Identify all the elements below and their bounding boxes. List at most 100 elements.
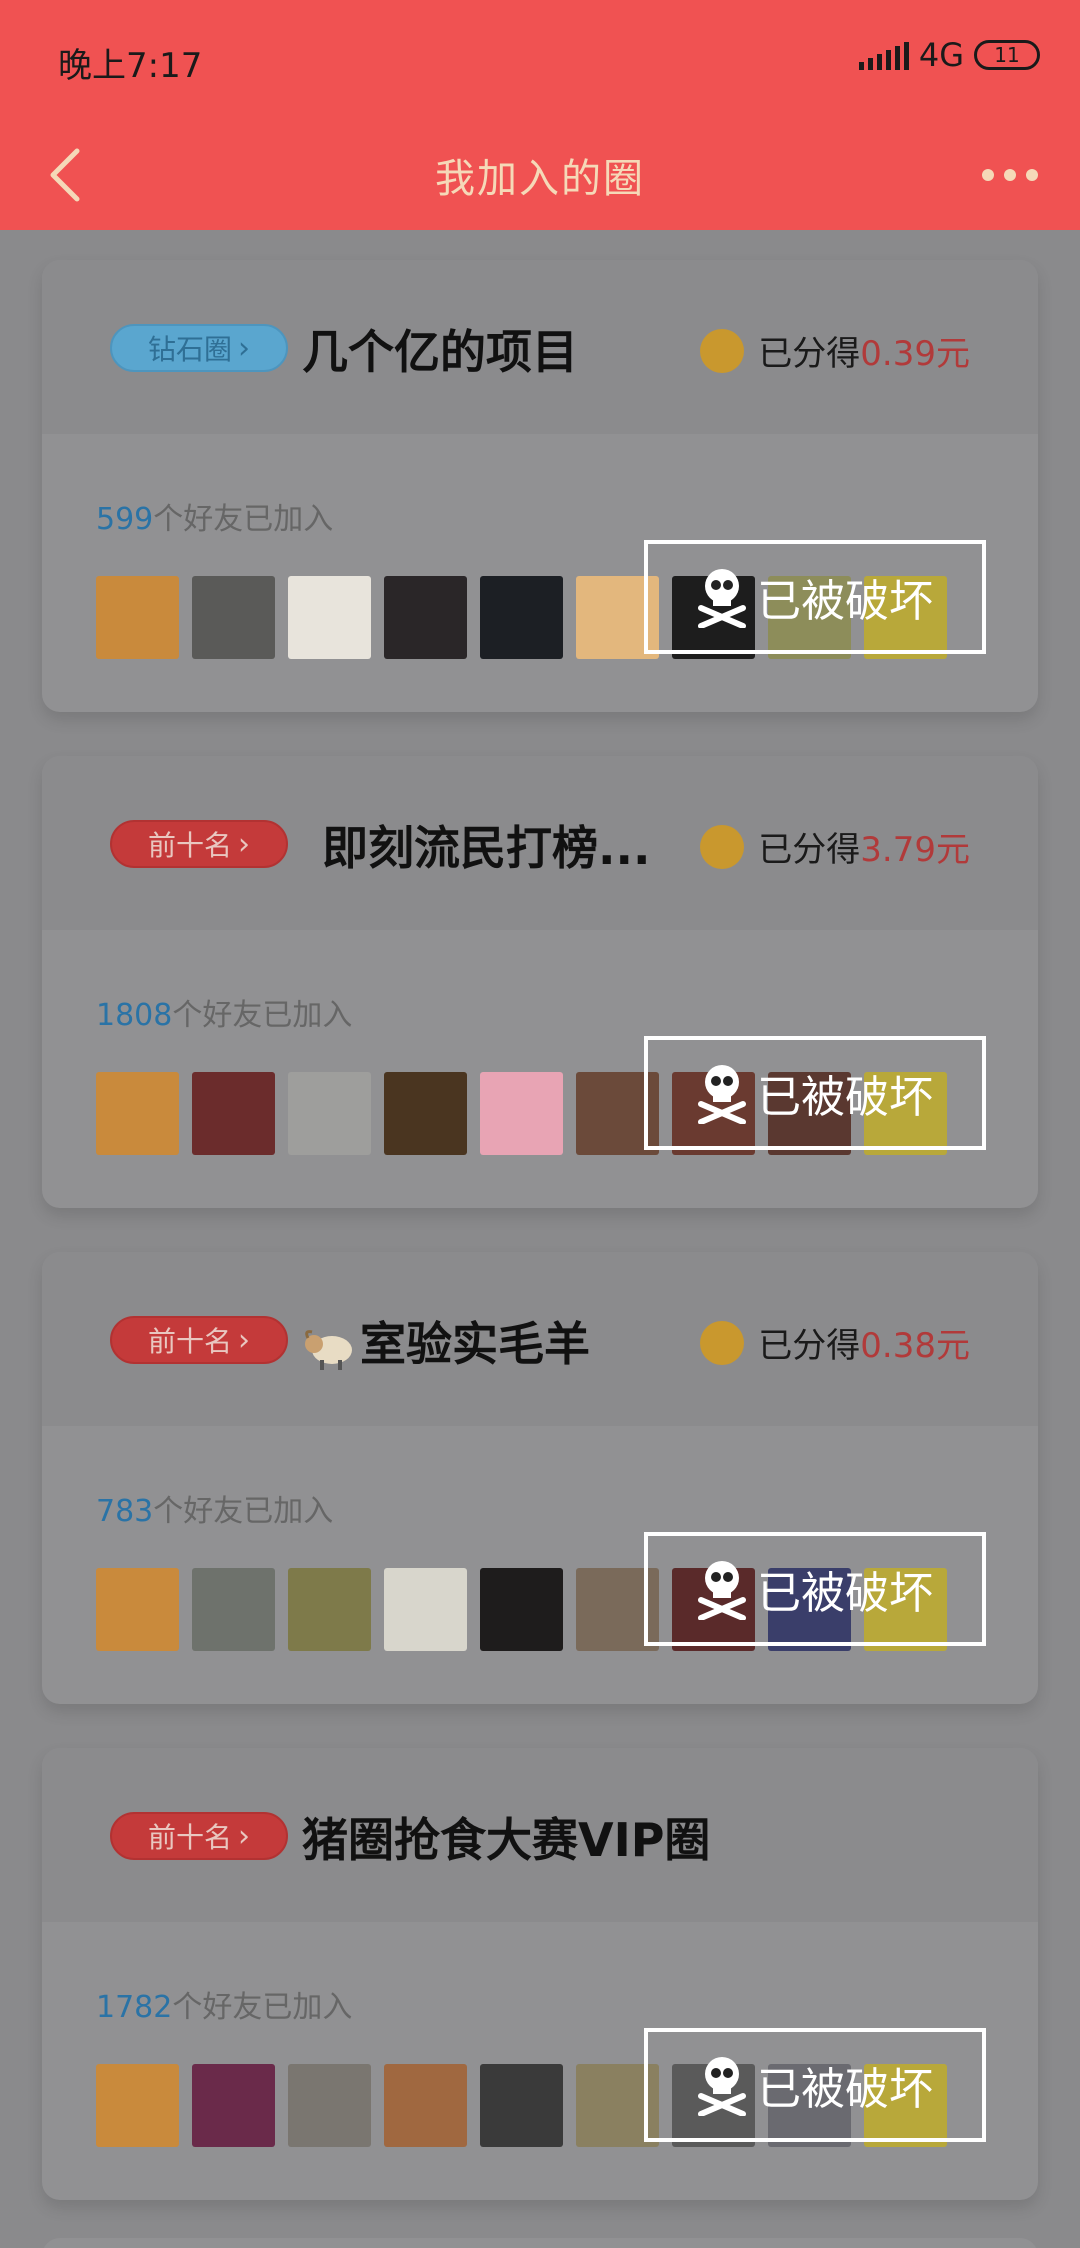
circle-name-text: 即刻流民打榜...: [322, 821, 651, 875]
circle-badge-label: 前十名: [147, 829, 232, 862]
coin-icon: [700, 328, 745, 373]
circle-name-text: 几个亿的项目: [302, 325, 578, 379]
status-time: 晚上7:17: [58, 46, 203, 86]
skull-crossbones-icon: [698, 1065, 746, 1124]
chevron-right-icon: ›: [238, 826, 250, 862]
more-button[interactable]: [970, 145, 1050, 205]
more-dot-icon: [1026, 169, 1038, 181]
circle-name-text: 猪圈抢食大赛VIP圈: [302, 1813, 711, 1867]
skull-crossbones-icon: [698, 569, 746, 628]
avatar[interactable]: [384, 2064, 467, 2147]
earnings-label: 已分得: [758, 334, 861, 374]
coin-icon: [700, 1320, 745, 1365]
destroyed-overlay: 已被破坏: [644, 1036, 986, 1150]
earnings-amount: 3.79元: [860, 830, 970, 870]
circle-badge-label: 前十名: [147, 1325, 232, 1358]
circle-badge-label: 钻石圈: [147, 333, 232, 366]
circle-name-text: 室验实毛羊: [360, 1317, 590, 1371]
circle-badge[interactable]: 钻石圈 ›: [110, 324, 288, 372]
friends-joined: 599个好友已加入: [96, 494, 333, 538]
circle-card[interactable]: 前十名 › 室验实毛羊 已分得0.38元 783个好友已加入已被破坏: [42, 1252, 1038, 1704]
circle-card[interactable]: 前十名 › 猪圈抢食大赛VIP圈 1782个好友已加入已被破坏: [42, 1748, 1038, 2200]
destroyed-label: 已被破坏: [757, 1072, 933, 1123]
friends-suffix: 个好友已加入: [172, 1990, 353, 2025]
avatar[interactable]: [480, 1568, 563, 1651]
battery-level: 11: [994, 43, 1020, 67]
status-bar: 晚上7:17 4G 11: [0, 0, 1080, 120]
earnings-amount: 0.39元: [860, 334, 970, 374]
avatar[interactable]: [192, 1568, 275, 1651]
circle-name: 几个亿的项目: [302, 316, 578, 382]
avatar[interactable]: [288, 1568, 371, 1651]
avatar[interactable]: [480, 2064, 563, 2147]
avatar[interactable]: [192, 576, 275, 659]
chevron-right-icon: ›: [238, 1818, 250, 1854]
circle-card[interactable]: 钻石圈 › 几个亿的项目 已分得0.39元 599个好友已加入已被破坏: [42, 260, 1038, 712]
circle-card-header: 前十名 › 室验实毛羊 已分得0.38元: [42, 1252, 1038, 1426]
avatar[interactable]: [192, 1072, 275, 1155]
app-bar: 我加入的圈: [0, 120, 1080, 230]
friends-joined: 783个好友已加入: [96, 1486, 333, 1530]
avatar[interactable]: [288, 2064, 371, 2147]
destroyed-label: 已被破坏: [757, 2064, 933, 2115]
earnings-label: 已分得: [758, 1326, 861, 1366]
chevron-right-icon: ›: [238, 330, 250, 366]
destroyed-label: 已被破坏: [757, 1568, 933, 1619]
sheep-icon: [305, 1329, 352, 1370]
circle-name: 室验实毛羊: [302, 1308, 590, 1374]
chevron-right-icon: ›: [238, 1322, 250, 1358]
more-dot-icon: [1004, 169, 1016, 181]
friends-suffix: 个好友已加入: [153, 502, 334, 537]
circle-card-header: 前十名 › 猪圈抢食大赛VIP圈: [42, 1748, 1038, 1922]
avatar[interactable]: [96, 2064, 179, 2147]
avatar[interactable]: [96, 1072, 179, 1155]
circle-card[interactable]: 前十名 › 即刻流民打榜... 已分得3.79元 1808个好友已加入已被破坏: [42, 756, 1038, 1208]
avatar[interactable]: [480, 576, 563, 659]
earnings-amount: 0.38元: [860, 1326, 970, 1366]
circle-name: 猪圈抢食大赛VIP圈: [302, 1804, 710, 1870]
avatar[interactable]: [96, 576, 179, 659]
circle-badge[interactable]: 前十名 ›: [110, 820, 288, 868]
friends-count: 599: [96, 502, 154, 537]
destroyed-overlay: 已被破坏: [644, 1532, 986, 1646]
skull-crossbones-icon: [698, 1561, 746, 1620]
friends-count: 783: [96, 1494, 154, 1529]
circle-name: 即刻流民打榜...: [322, 812, 650, 878]
friends-joined: 1782个好友已加入: [96, 1982, 352, 2026]
destroyed-overlay: 已被破坏: [644, 2028, 986, 2142]
friends-count: 1808: [96, 998, 173, 1033]
friends-joined: 1808个好友已加入: [96, 990, 352, 1034]
avatar[interactable]: [288, 1072, 371, 1155]
signal-icon: [858, 40, 909, 70]
circle-card-header: 前十名 › 即刻流民打榜... 已分得3.79元: [42, 756, 1038, 930]
circle-card-header: 钻石圈 › 几个亿的项目 已分得0.39元: [42, 260, 1038, 434]
more-dot-icon: [982, 169, 994, 181]
page-title: 我加入的圈: [435, 156, 645, 202]
circle-badge[interactable]: 前十名 ›: [110, 1812, 288, 1860]
friends-suffix: 个好友已加入: [153, 1494, 334, 1529]
avatar[interactable]: [384, 1568, 467, 1651]
avatar[interactable]: [480, 1072, 563, 1155]
skull-crossbones-icon: [698, 2057, 746, 2116]
coin-icon: [700, 824, 745, 869]
earnings: 已分得0.38元: [700, 1318, 970, 1367]
next-card-peek[interactable]: [42, 2238, 1038, 2248]
earnings: 已分得3.79元: [700, 822, 970, 871]
avatar[interactable]: [384, 1072, 467, 1155]
back-button[interactable]: [30, 140, 100, 210]
chevron-left-icon: [50, 148, 80, 202]
circle-badge-label: 前十名: [147, 1821, 232, 1854]
avatar[interactable]: [288, 576, 371, 659]
avatar[interactable]: [192, 2064, 275, 2147]
earnings-label: 已分得: [758, 830, 861, 870]
friends-suffix: 个好友已加入: [172, 998, 353, 1033]
status-icons: 4G 11: [858, 36, 1040, 74]
avatar[interactable]: [96, 1568, 179, 1651]
battery-icon: 11: [974, 40, 1040, 70]
circle-badge[interactable]: 前十名 ›: [110, 1316, 288, 1364]
earnings: 已分得0.39元: [700, 326, 970, 375]
network-type: 4G: [918, 36, 964, 74]
avatar[interactable]: [384, 576, 467, 659]
friends-count: 1782: [96, 1990, 173, 2025]
destroyed-overlay: 已被破坏: [644, 540, 986, 654]
